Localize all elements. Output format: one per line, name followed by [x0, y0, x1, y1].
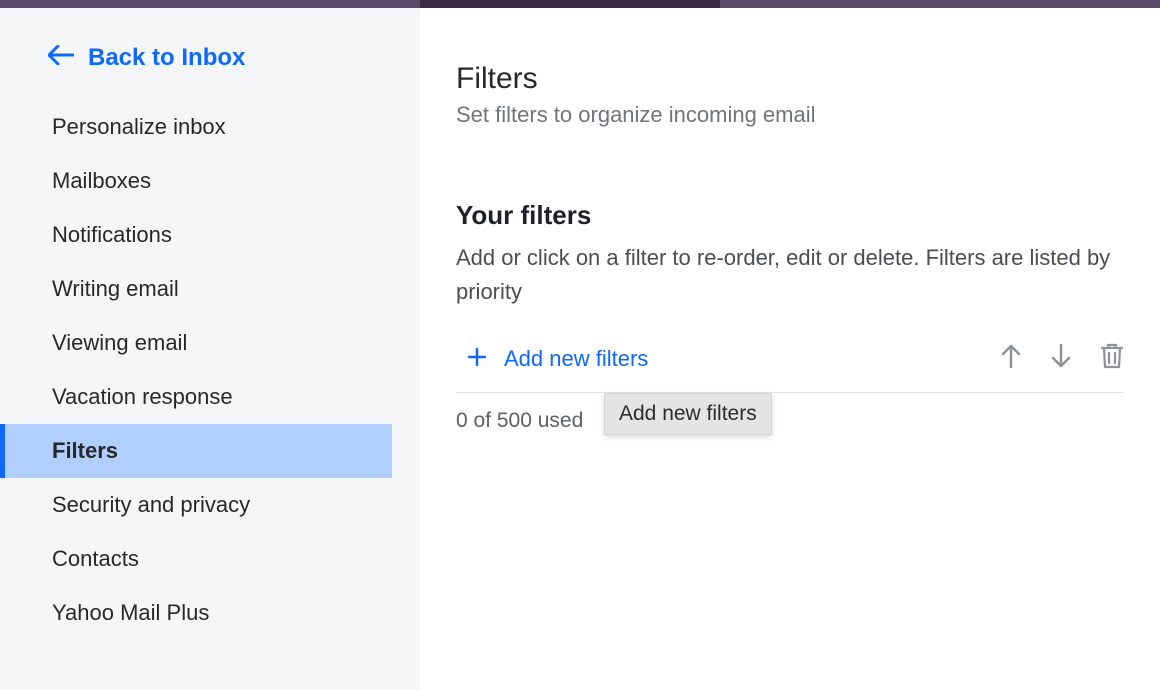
- filter-usage-text: 0 of 500 used: [456, 409, 583, 433]
- settings-sidebar: Back to Inbox Personalize inbox Mailboxe…: [0, 8, 420, 690]
- nav-item-viewing-email[interactable]: Viewing email: [0, 316, 420, 370]
- move-up-button[interactable]: [1000, 344, 1022, 373]
- nav-item-filters[interactable]: Filters: [0, 424, 392, 478]
- your-filters-heading: Your filters: [456, 200, 1124, 231]
- filter-actions: [1000, 343, 1124, 374]
- nav-item-security-privacy[interactable]: Security and privacy: [0, 478, 420, 532]
- page-subtitle: Set filters to organize incoming email: [456, 102, 1124, 128]
- nav-item-yahoo-mail-plus[interactable]: Yahoo Mail Plus: [0, 586, 420, 640]
- arrow-down-icon: [1050, 344, 1072, 373]
- settings-nav: Personalize inbox Mailboxes Notification…: [0, 100, 420, 640]
- arrow-left-icon: [48, 44, 74, 72]
- nav-item-vacation-response[interactable]: Vacation response: [0, 370, 420, 424]
- add-new-filters-tooltip: Add new filters: [604, 393, 772, 435]
- filter-usage-row: 0 of 500 used Add new filters: [456, 393, 1124, 433]
- nav-item-mailboxes[interactable]: Mailboxes: [0, 154, 420, 208]
- top-accent-bar: [0, 0, 1160, 8]
- back-to-inbox-link[interactable]: Back to Inbox: [0, 28, 420, 100]
- your-filters-description: Add or click on a filter to re-order, ed…: [456, 241, 1124, 309]
- plus-icon: [468, 347, 486, 371]
- move-down-button[interactable]: [1050, 344, 1072, 373]
- back-link-label: Back to Inbox: [88, 44, 245, 72]
- delete-button[interactable]: [1100, 343, 1124, 374]
- nav-item-writing-email[interactable]: Writing email: [0, 262, 420, 316]
- add-new-filters-button[interactable]: Add new filters: [456, 346, 648, 372]
- nav-item-personalize-inbox[interactable]: Personalize inbox: [0, 100, 420, 154]
- main-content: Filters Set filters to organize incoming…: [420, 8, 1160, 690]
- nav-item-notifications[interactable]: Notifications: [0, 208, 420, 262]
- add-new-filters-label: Add new filters: [504, 346, 648, 372]
- page-title: Filters: [456, 62, 1124, 96]
- filter-toolbar: Add new filters: [456, 343, 1124, 393]
- trash-icon: [1100, 343, 1124, 374]
- nav-item-contacts[interactable]: Contacts: [0, 532, 420, 586]
- arrow-up-icon: [1000, 344, 1022, 373]
